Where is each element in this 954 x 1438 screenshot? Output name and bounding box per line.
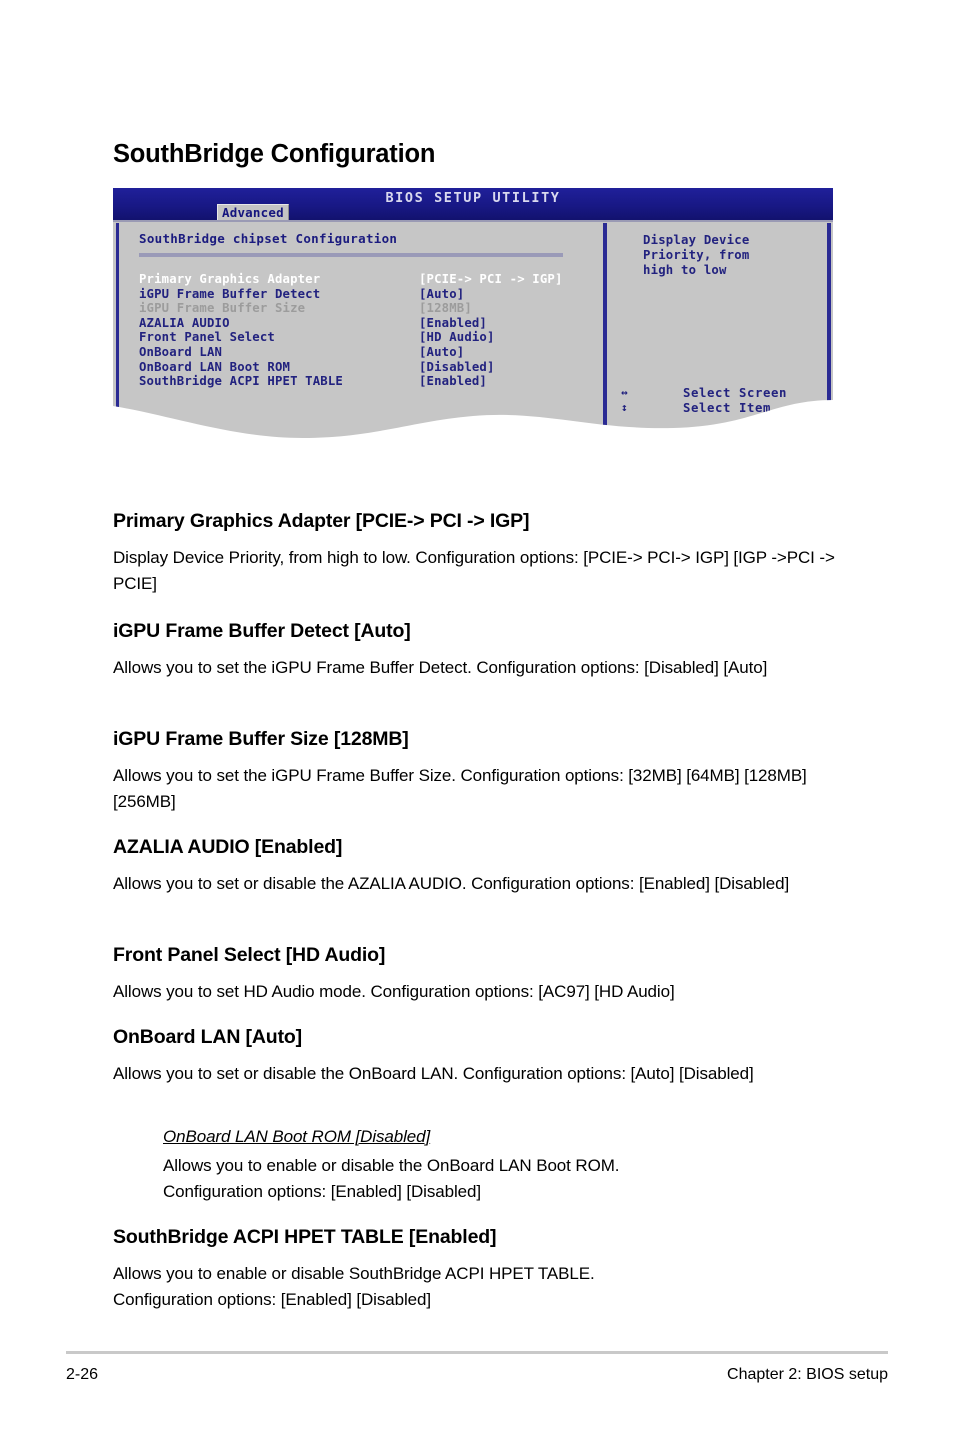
bios-heading-rule xyxy=(139,253,563,257)
arrow-keys-icon: ↕ xyxy=(621,401,629,414)
subsection-body-onboard-lan-boot-rom: Allows you to enable or disable the OnBo… xyxy=(163,1156,620,1201)
bios-setting-label: OnBoard LAN xyxy=(139,344,223,359)
bios-setting-label: Front Panel Select xyxy=(139,330,275,345)
bios-setting-value[interactable]: [Auto] xyxy=(419,345,464,359)
bios-panel-heading: SouthBridge chipset Configuration xyxy=(139,231,398,246)
bios-setting-row[interactable]: Primary Graphics Adapter [PCIE-> PCI -> I… xyxy=(139,272,599,287)
bios-nav-action-label: Select Screen xyxy=(683,386,788,400)
bios-nav-hint: ↕ Select Item xyxy=(621,401,827,416)
section-heading-onboard-lan: OnBoard LAN [Auto] xyxy=(113,1026,303,1048)
subsection-heading-onboard-lan-boot-rom: OnBoard LAN Boot ROM [Disabled] xyxy=(163,1127,431,1146)
section-body-azalia-audio: Allows you to set or disable the AZALIA … xyxy=(113,874,790,893)
section-body-onboard-lan: Allows you to set or disable the OnBoard… xyxy=(113,1064,754,1083)
section-heading-southbridge-acpi-hpet-table: SouthBridge ACPI HPET TABLE [Enabled] xyxy=(113,1226,497,1248)
bios-setting-row[interactable]: SouthBridge ACPI HPET TABLE [Enabled] xyxy=(139,374,599,389)
bios-setting-label: iGPU Frame Buffer Detect xyxy=(139,286,321,301)
bios-setting-label: iGPU Frame Buffer Size xyxy=(139,301,306,316)
bios-setting-label: OnBoard LAN Boot ROM xyxy=(139,359,291,374)
bios-setting-row[interactable]: iGPU Frame Buffer Size [128MB] xyxy=(139,301,599,316)
bios-setting-row[interactable]: iGPU Frame Buffer Detect [Auto] xyxy=(139,287,599,302)
section-heading-front-panel-select: Front Panel Select [HD Audio] xyxy=(113,944,386,966)
section-body-igpu-frame-buffer-detect: Allows you to set the iGPU Frame Buffer … xyxy=(113,658,768,677)
bios-setting-label: SouthBridge ACPI HPET TABLE xyxy=(139,374,343,389)
bios-nav-hints: ↔ Select Screen ↕ Select Item xyxy=(621,386,827,416)
section-body-southbridge-acpi-hpet-table: Allows you to enable or disable SouthBri… xyxy=(113,1264,595,1309)
section-heading-igpu-frame-buffer-size: iGPU Frame Buffer Size [128MB] xyxy=(113,728,409,750)
bios-setting-value[interactable]: [PCIE-> PCI -> IGP] xyxy=(419,272,563,286)
arrow-keys-icon: ↔ xyxy=(621,386,629,399)
bios-frame-right-border xyxy=(827,223,831,446)
bios-screen: BIOS SETUP UTILITY Advanced SouthBridge … xyxy=(113,188,833,446)
bios-nav-action-label: Select Item xyxy=(683,401,772,415)
bios-setting-value[interactable]: [Disabled] xyxy=(419,360,495,374)
bios-nav-hint: ↔ Select Screen xyxy=(621,386,827,401)
bios-setting-value[interactable]: [HD Audio] xyxy=(419,330,495,344)
bios-frame-left-border xyxy=(116,223,119,446)
section-body-igpu-frame-buffer-size: Allows you to set the iGPU Frame Buffer … xyxy=(113,766,807,811)
bios-setting-value[interactable]: [Enabled] xyxy=(419,316,487,330)
footer-divider xyxy=(66,1351,888,1354)
bios-setting-row[interactable]: AZALIA AUDIO [Enabled] xyxy=(139,316,599,331)
section-heading-azalia-audio: AZALIA AUDIO [Enabled] xyxy=(113,836,343,858)
section-body-primary-graphics-adapter: Display Device Priority, from high to lo… xyxy=(113,548,835,593)
bios-setting-label: AZALIA AUDIO xyxy=(139,315,230,330)
bios-setting-value[interactable]: [Auto] xyxy=(419,287,464,301)
manual-page: SouthBridge Configuration BIOS SETUP UTI… xyxy=(0,0,954,1438)
bios-help-text: Display Device Priority, from high to lo… xyxy=(643,233,750,277)
section-heading-primary-graphics-adapter: Primary Graphics Adapter [PCIE-> PCI -> … xyxy=(113,510,530,532)
section-body-front-panel-select: Allows you to set HD Audio mode. Configu… xyxy=(113,982,675,1001)
bios-setting-row[interactable]: OnBoard LAN [Auto] xyxy=(139,345,599,360)
page-title: SouthBridge Configuration xyxy=(113,140,436,168)
section-heading-igpu-frame-buffer-detect: iGPU Frame Buffer Detect [Auto] xyxy=(113,620,411,642)
bios-help-panel: Display Device Priority, from high to lo… xyxy=(607,224,827,446)
footer-chapter-label: Chapter 2: BIOS setup xyxy=(727,1366,888,1383)
bios-settings-list: Primary Graphics Adapter [PCIE-> PCI -> I… xyxy=(139,272,599,389)
bios-setting-value[interactable]: [128MB] xyxy=(419,301,472,315)
tab-advanced[interactable]: Advanced xyxy=(217,204,289,221)
bios-settings-panel: SouthBridge chipset Configuration Primar… xyxy=(121,224,603,446)
bios-setting-value[interactable]: [Enabled] xyxy=(419,374,487,388)
bios-setting-row[interactable]: OnBoard LAN Boot ROM [Disabled] xyxy=(139,360,599,375)
bios-screenshot-figure: BIOS SETUP UTILITY Advanced SouthBridge … xyxy=(113,188,833,446)
bios-setting-label: Primary Graphics Adapter xyxy=(139,272,321,286)
bios-setting-row[interactable]: Front Panel Select [HD Audio] xyxy=(139,330,599,345)
bios-titlebar: BIOS SETUP UTILITY Advanced xyxy=(113,188,833,220)
footer-page-number: 2-26 xyxy=(66,1366,99,1383)
